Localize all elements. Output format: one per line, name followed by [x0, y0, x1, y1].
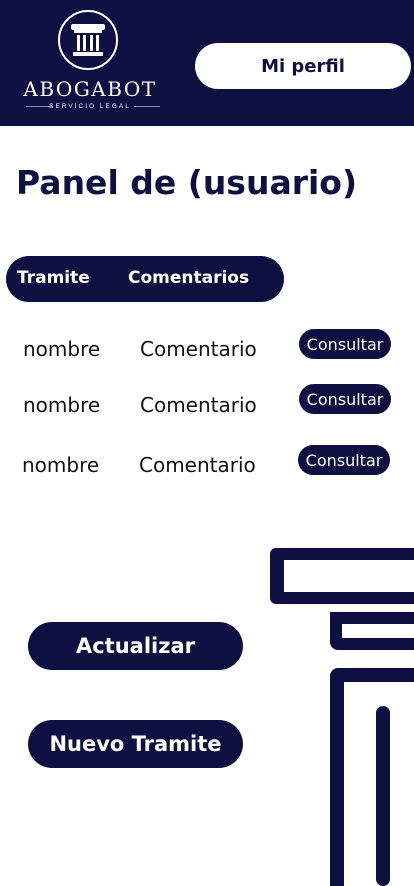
- row-name: nombre: [22, 453, 100, 477]
- logo-divider-right: [134, 106, 160, 107]
- table-header: Tramite Comentarios: [6, 256, 284, 302]
- consult-button[interactable]: Consultar: [299, 384, 391, 414]
- row-comment: Comentario: [140, 393, 257, 417]
- row-comment: Comentario: [139, 453, 256, 477]
- column-header-tramite: Tramite: [17, 268, 90, 288]
- row-comment: Comentario: [140, 337, 257, 361]
- column-header-comentarios: Comentarios: [128, 268, 250, 288]
- row-name: nombre: [23, 393, 101, 417]
- consult-button[interactable]: Consultar: [299, 329, 391, 359]
- logo-name: ABOGABOT: [23, 77, 157, 101]
- update-button[interactable]: Actualizar: [28, 622, 243, 670]
- pillar-decoration-icon: [270, 548, 414, 886]
- app-header: ABOGABOT SERVICIO LEGAL Mi perfil: [0, 0, 414, 126]
- consult-button[interactable]: Consultar: [298, 445, 390, 475]
- logo-column-icon: [58, 10, 118, 70]
- page-title: Panel de (usuario): [16, 163, 358, 202]
- row-name: nombre: [23, 337, 101, 361]
- profile-button[interactable]: Mi perfil: [195, 43, 411, 89]
- new-tramite-button[interactable]: Nuevo Tramite: [28, 720, 243, 768]
